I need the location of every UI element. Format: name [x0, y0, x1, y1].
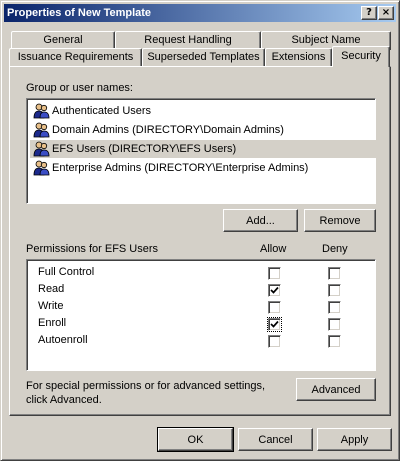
- window-title: Properties of New Template: [7, 7, 152, 19]
- permissions-list: Full Control Read Write Enroll Autoenrol…: [26, 259, 376, 371]
- permission-row-autoenroll: Autoenroll: [27, 332, 375, 349]
- user-group-icon: [33, 141, 50, 157]
- permission-name: Full Control: [38, 266, 95, 278]
- tab-security[interactable]: Security: [332, 46, 390, 67]
- autoenroll-allow-checkbox[interactable]: [268, 335, 281, 348]
- list-item-authenticated-users[interactable]: Authenticated Users: [30, 102, 376, 120]
- permission-row-read: Read: [27, 281, 375, 298]
- read-deny-checkbox[interactable]: [328, 284, 341, 297]
- properties-dialog: Properties of New Template ? × General R…: [0, 0, 400, 461]
- deny-column-header: Deny: [322, 243, 348, 255]
- write-deny-checkbox[interactable]: [328, 301, 341, 314]
- remove-button[interactable]: Remove: [304, 209, 376, 232]
- permission-name: Read: [38, 283, 65, 295]
- cancel-button[interactable]: Cancel: [238, 428, 313, 451]
- permission-row-enroll: Enroll: [27, 315, 375, 332]
- allow-column-header: Allow: [260, 243, 287, 255]
- permission-row-full-control: Full Control: [27, 264, 375, 281]
- full-control-allow-checkbox[interactable]: [268, 267, 281, 280]
- group-or-user-names-label: Group or user names:: [26, 82, 133, 94]
- autoenroll-deny-checkbox[interactable]: [328, 335, 341, 348]
- advanced-button[interactable]: Advanced: [296, 378, 376, 401]
- user-group-icon: [33, 160, 50, 176]
- add-button[interactable]: Add...: [223, 209, 298, 232]
- read-allow-checkbox[interactable]: [268, 284, 281, 297]
- security-panel: Group or user names: Authenticated Users…: [9, 66, 391, 416]
- write-allow-checkbox[interactable]: [268, 301, 281, 314]
- help-button[interactable]: ?: [361, 6, 377, 20]
- title-bar[interactable]: Properties of New Template ? ×: [4, 4, 396, 22]
- checkmark-icon: [270, 286, 279, 294]
- tab-superseded-templates[interactable]: Superseded Templates: [142, 48, 265, 67]
- full-control-deny-checkbox[interactable]: [328, 267, 341, 280]
- permission-name: Enroll: [38, 317, 67, 329]
- close-button[interactable]: ×: [378, 6, 394, 20]
- permission-row-write: Write: [27, 298, 375, 315]
- advanced-hint-line1: For special permissions or for advanced …: [26, 380, 266, 392]
- checkmark-icon: [270, 320, 279, 328]
- user-group-icon: [33, 122, 50, 138]
- enroll-deny-checkbox[interactable]: [328, 318, 341, 331]
- permissions-label: Permissions for EFS Users: [26, 243, 159, 255]
- enroll-allow-checkbox[interactable]: [267, 317, 282, 332]
- tab-extensions[interactable]: Extensions: [265, 48, 332, 67]
- list-item-efs-users[interactable]: EFS Users (DIRECTORY\EFS Users): [30, 140, 376, 158]
- tab-issuance-requirements[interactable]: Issuance Requirements: [9, 48, 142, 67]
- permission-name: Write: [38, 300, 64, 312]
- user-list[interactable]: Authenticated Users Domain Admins (DIREC…: [26, 98, 376, 204]
- permission-name: Autoenroll: [38, 334, 88, 346]
- ok-button[interactable]: OK: [157, 427, 234, 452]
- list-item-domain-admins[interactable]: Domain Admins (DIRECTORY\Domain Admins): [30, 121, 376, 139]
- advanced-hint-line2: click Advanced.: [26, 394, 102, 406]
- user-group-icon: [33, 103, 50, 119]
- apply-button[interactable]: Apply: [317, 428, 392, 451]
- list-item-enterprise-admins[interactable]: Enterprise Admins (DIRECTORY\Enterprise …: [30, 159, 376, 177]
